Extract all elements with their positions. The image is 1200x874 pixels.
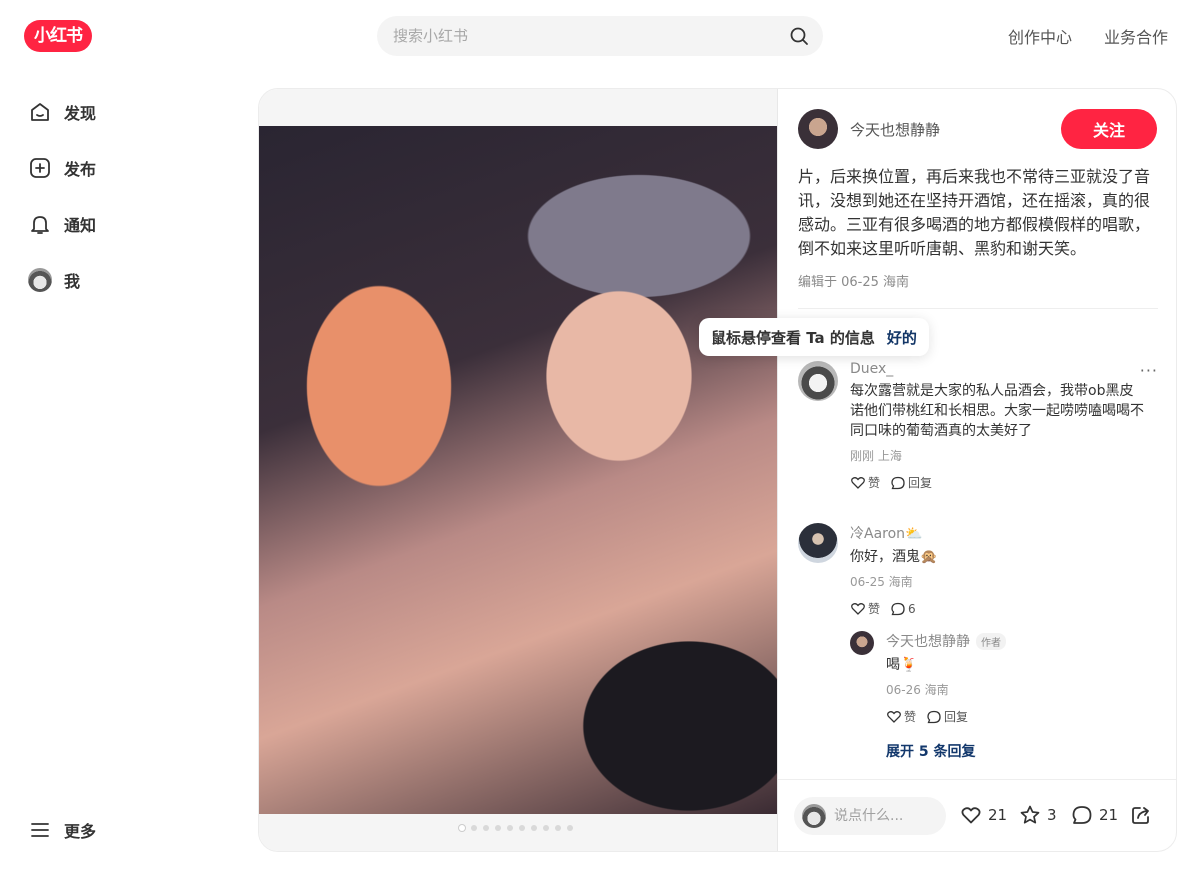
commenter-avatar[interactable] [798, 523, 838, 563]
more-menu: 更多 [16, 806, 236, 862]
business-link[interactable]: 业务合作 [1104, 24, 1168, 48]
edit-info: 编辑于 06-25 海南 [798, 275, 910, 290]
note-detail-card: 今天也想静静 关注 片，后来换位置，再后来我也不常待三亚就没了音讯，没想到她还在… [258, 88, 1177, 852]
reply-item: 今天也想静静 作者 喝🍹 06-26 海南 赞 回复 [850, 631, 1146, 741]
follow-button[interactable]: 关注 [1061, 109, 1157, 149]
reply-meta: 06-26 海南 [886, 683, 949, 697]
interaction-bar: 21 3 21 [778, 779, 1176, 851]
comment-meta: 06-25 海南 [850, 575, 913, 589]
sidebar-item-label: 发布 [64, 160, 97, 179]
carousel-dot[interactable] [495, 825, 501, 831]
tooltip-text: 鼠标悬停查看 Ta 的信息 [711, 328, 875, 347]
commenter-name[interactable]: Duex_ [850, 361, 1146, 377]
media-carousel[interactable] [259, 89, 777, 851]
expand-replies-link[interactable]: 展开 5 条回复 [886, 741, 1146, 761]
author-avatar[interactable] [798, 109, 838, 149]
creator-center-link[interactable]: 创作中心 [1008, 24, 1072, 48]
reply-label: 回复 [944, 710, 969, 724]
share-button[interactable] [1130, 804, 1152, 826]
like-button[interactable]: 赞 [850, 474, 880, 491]
search-input[interactable] [393, 16, 773, 56]
note-photo[interactable] [259, 126, 777, 814]
carousel-dot[interactable] [543, 825, 549, 831]
carousel-indicator [459, 825, 573, 831]
comment-count: 21 [1099, 806, 1119, 824]
hover-tip-tooltip: 鼠标悬停查看 Ta 的信息 好的 [699, 318, 929, 356]
comment-icon [1072, 806, 1092, 824]
heart-icon [851, 602, 865, 615]
sidebar-item-notifications[interactable]: 通知 [16, 200, 236, 248]
like-label: 赞 [868, 476, 881, 490]
tooltip-ok-button[interactable]: 好的 [887, 327, 917, 348]
search-box[interactable] [377, 16, 823, 56]
comment-meta: 刚刚 上海 [850, 449, 902, 463]
reply-label: 回复 [908, 476, 933, 490]
avatar [802, 804, 826, 828]
sidebar-item-label: 我 [64, 272, 81, 291]
heart-icon [851, 476, 865, 489]
comment-text: 每次露营就是大家的私人品酒会，我带ob黑皮诺他们带桃红和长相思。大家一起唠唠嗑喝… [850, 383, 1144, 439]
reply-text: 喝🍹 [886, 657, 918, 673]
replier-avatar[interactable] [850, 631, 874, 655]
search-icon[interactable] [789, 26, 809, 46]
note-scroll-area[interactable]: 片，后来换位置，再后来我也不常待三亚就没了音讯，没想到她还在坚持开酒馆，还在摇滚… [798, 165, 1158, 777]
heart-icon [961, 807, 981, 824]
commenter-name[interactable]: 冷Aaron⛅ [850, 523, 1146, 543]
like-label: 赞 [904, 710, 917, 724]
carousel-dot[interactable] [567, 825, 573, 831]
sidebar-item-label: 通知 [64, 216, 97, 235]
note-side-panel: 今天也想静静 关注 片，后来换位置，再后来我也不常待三亚就没了音讯，没想到她还在… [777, 89, 1176, 851]
carousel-dot[interactable] [483, 825, 489, 831]
sidebar-item-me[interactable]: 我 [16, 256, 236, 304]
carousel-dot[interactable] [471, 825, 477, 831]
carousel-dot[interactable] [519, 825, 525, 831]
collect-count: 3 [1047, 806, 1057, 824]
collect-stat[interactable]: 3 [1019, 804, 1057, 826]
reply-button[interactable]: 回复 [890, 474, 932, 491]
bell-icon [28, 212, 52, 236]
carousel-dot[interactable] [459, 825, 465, 831]
note-description: 片，后来换位置，再后来我也不常待三亚就没了音讯，没想到她还在坚持开酒馆，还在摇滚… [798, 167, 1151, 258]
top-bar: 小红书 创作中心 业务合作 [0, 0, 1200, 72]
carousel-dot[interactable] [507, 825, 513, 831]
reply-button[interactable]: 回复 [926, 708, 968, 725]
comment-input-box[interactable] [794, 797, 946, 835]
sidebar-item-label: 发现 [64, 104, 97, 123]
comment-stat[interactable]: 21 [1071, 804, 1118, 826]
avatar [28, 268, 52, 292]
sidebar-item-discover[interactable]: 发现 [16, 88, 236, 136]
comment-text: 你好，酒鬼🙊 [850, 549, 938, 565]
sidebar-item-publish[interactable]: 发布 [16, 144, 236, 192]
author-badge: 作者 [976, 632, 1006, 650]
home-icon [28, 100, 52, 124]
comment-icon [891, 476, 905, 489]
menu-icon [28, 818, 52, 842]
plus-square-icon [28, 156, 52, 180]
carousel-dot[interactable] [555, 825, 561, 831]
like-button[interactable]: 赞 [886, 708, 916, 725]
like-count: 21 [988, 806, 1008, 824]
like-button[interactable]: 赞 [850, 600, 880, 617]
like-stat[interactable]: 21 [960, 804, 1007, 826]
comment-input[interactable] [834, 808, 934, 824]
divider [798, 308, 1158, 309]
logo[interactable]: 小红书 [24, 20, 92, 52]
like-label: 赞 [868, 602, 881, 616]
star-icon [1020, 805, 1040, 824]
share-icon [1132, 807, 1149, 824]
carousel-dot[interactable] [531, 825, 537, 831]
reply-button[interactable]: 6 [890, 601, 916, 617]
comment-icon [927, 710, 941, 723]
author-name[interactable]: 今天也想静静 [850, 119, 940, 140]
replier-name[interactable]: 今天也想静静 [886, 631, 970, 651]
comment-icon [891, 602, 905, 615]
sidebar-item-more[interactable]: 更多 [16, 806, 236, 854]
reply-count: 6 [908, 601, 916, 616]
heart-icon [887, 710, 901, 723]
commenter-avatar[interactable] [798, 361, 838, 401]
sidebar-item-label: 更多 [64, 822, 97, 841]
sidebar: 发现 发布 通知 我 [16, 88, 236, 312]
more-options-icon[interactable]: ··· [1140, 361, 1158, 380]
